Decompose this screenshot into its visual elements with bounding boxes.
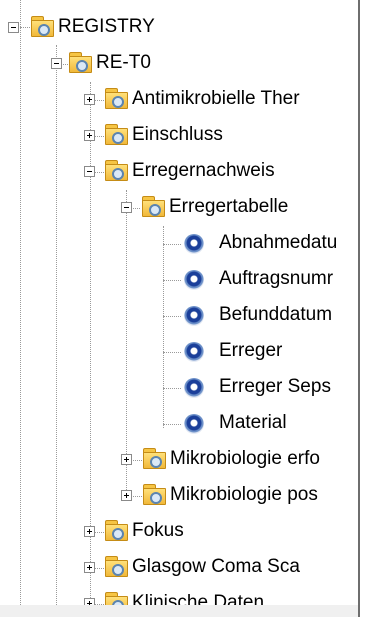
data-field-icon xyxy=(184,234,204,254)
collapse-minus-icon[interactable] xyxy=(121,202,132,213)
panel-right-border xyxy=(358,0,369,617)
data-field-icon xyxy=(184,270,204,290)
tree-node-label: Fokus xyxy=(132,520,184,541)
tree-node-mikrobiologie-pos[interactable]: Mikrobiologie pos xyxy=(0,478,360,514)
tree-node-label: Material xyxy=(219,412,287,433)
tree-node-label: Erreger Seps xyxy=(219,376,331,397)
data-field-icon xyxy=(184,306,204,326)
tree-node-erregertabelle[interactable]: Erregertabelle xyxy=(0,190,360,226)
expand-plus-icon[interactable] xyxy=(121,454,132,465)
tree-leaf-abnahmedatum[interactable]: Abnahmedatu xyxy=(0,226,360,262)
tree-leaf-auftragsnummer[interactable]: Auftragsnumr xyxy=(0,262,360,298)
data-field-icon xyxy=(184,342,204,362)
tree-node-label: Abnahmedatu xyxy=(219,232,338,253)
tree-node-label: Einschluss xyxy=(132,124,223,145)
tree-node-label: Glasgow Coma Sca xyxy=(132,556,300,577)
folder-search-icon xyxy=(141,196,165,218)
tree-node-re-t0[interactable]: RE-T0 xyxy=(0,46,360,82)
tree-node-erregernachweis[interactable]: Erregernachweis xyxy=(0,154,360,190)
collapse-minus-icon[interactable] xyxy=(84,166,95,177)
expand-plus-icon[interactable] xyxy=(84,130,95,141)
folder-search-icon xyxy=(104,520,128,542)
tree-leaf-material[interactable]: Material xyxy=(0,406,360,442)
horizontal-scroll-area xyxy=(0,605,358,617)
tree-node-einschluss[interactable]: Einschluss xyxy=(0,118,360,154)
tree-node-glasgow-coma-scale[interactable]: Glasgow Coma Sca xyxy=(0,550,360,586)
folder-search-icon xyxy=(104,88,128,110)
tree-leaf-erreger[interactable]: Erreger xyxy=(0,334,360,370)
tree-node-label: Befunddatum xyxy=(219,304,333,325)
expand-plus-icon[interactable] xyxy=(84,562,95,573)
folder-search-icon xyxy=(142,448,166,470)
expand-plus-icon[interactable] xyxy=(121,490,132,501)
expand-plus-icon[interactable] xyxy=(84,526,95,537)
tree-node-label: REGISTRY xyxy=(58,16,155,37)
tree-node-label: Erregernachweis xyxy=(132,160,275,181)
data-field-icon xyxy=(184,378,204,398)
tree-node-label: Mikrobiologie erfo xyxy=(170,448,320,469)
tree-leaf-erreger-sepsis[interactable]: Erreger Seps xyxy=(0,370,360,406)
tree-node-label: Erreger xyxy=(219,340,283,361)
data-field-icon xyxy=(184,414,204,434)
tree-node-label: Erregertabelle xyxy=(169,196,289,217)
tree-leaf-befunddatum[interactable]: Befunddatum xyxy=(0,298,360,334)
folder-search-icon xyxy=(104,160,128,182)
expand-plus-icon[interactable] xyxy=(84,94,95,105)
tree-node-fokus[interactable]: Fokus xyxy=(0,514,360,550)
folder-search-icon xyxy=(104,124,128,146)
tree-node-label: RE-T0 xyxy=(96,52,151,73)
tree-node-label: Mikrobiologie pos xyxy=(170,484,318,505)
tree-node-label: Antimikrobielle Ther xyxy=(132,88,300,109)
folder-search-icon xyxy=(68,52,92,74)
tree-node-label: Auftragsnumr xyxy=(219,268,334,289)
folder-search-icon xyxy=(30,16,54,38)
tree-node-mikrobiologie-erfo[interactable]: Mikrobiologie erfo xyxy=(0,442,360,478)
collapse-minus-icon[interactable] xyxy=(8,22,19,33)
collapse-minus-icon[interactable] xyxy=(51,58,62,69)
folder-search-icon xyxy=(104,556,128,578)
folder-search-icon xyxy=(142,484,166,506)
tree-node-registry[interactable]: REGISTRY xyxy=(0,10,360,46)
tree-node-antimikrobielle[interactable]: Antimikrobielle Ther xyxy=(0,82,360,118)
